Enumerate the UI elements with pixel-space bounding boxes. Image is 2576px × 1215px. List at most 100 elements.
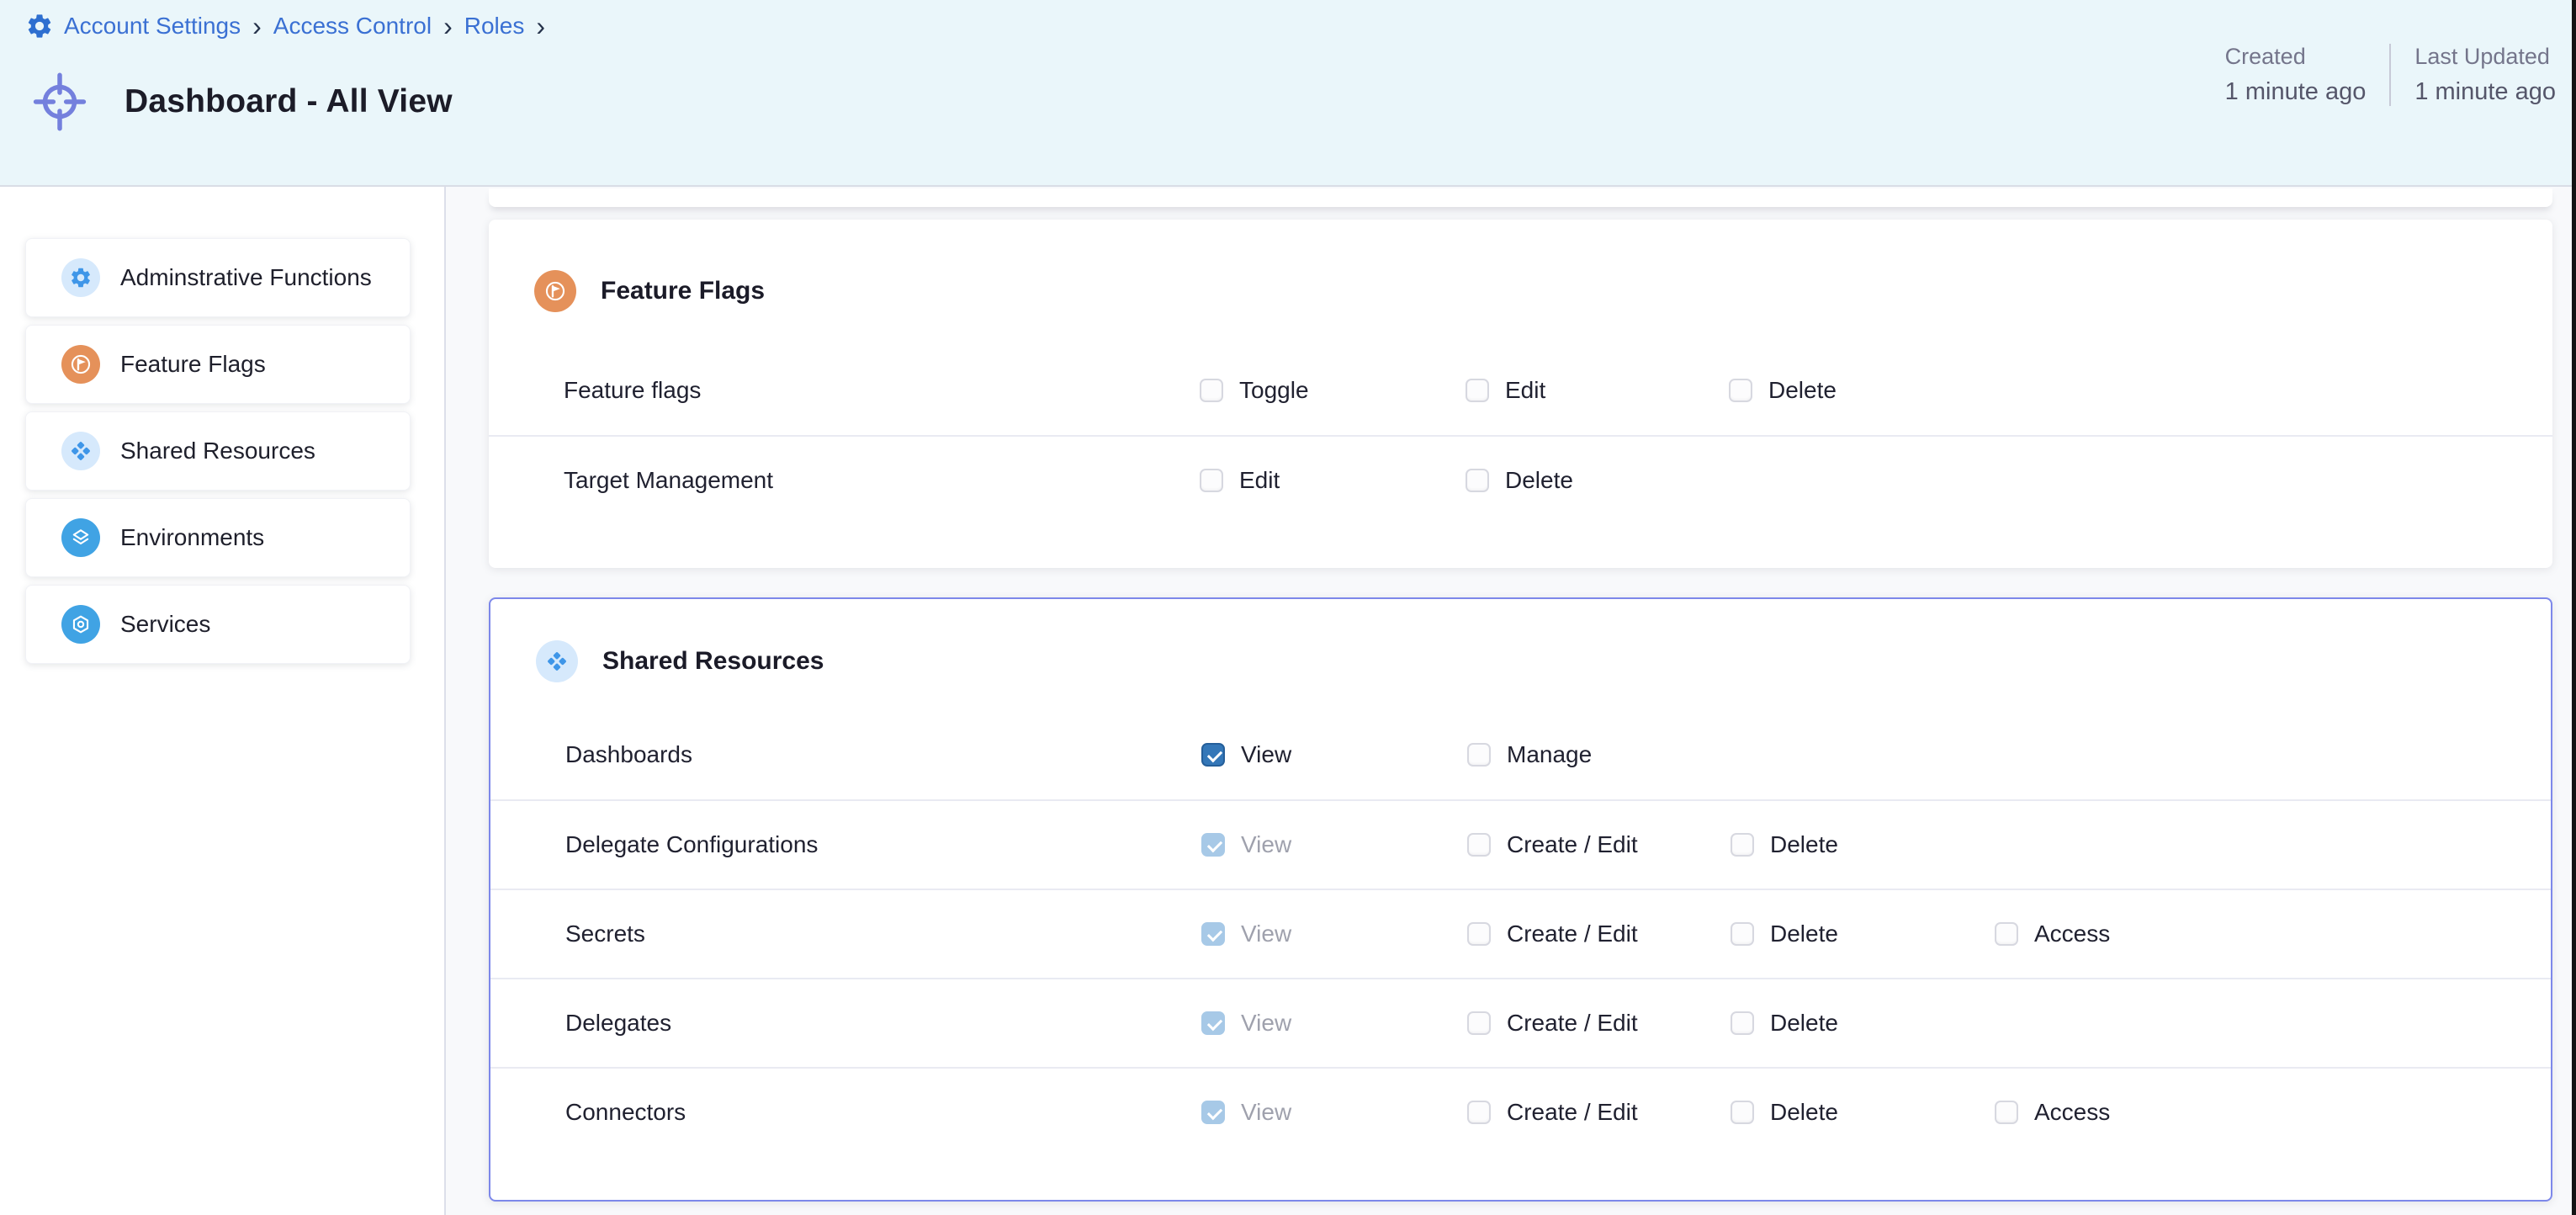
- flag-icon: [61, 345, 100, 384]
- permission-checkbox[interactable]: [1201, 1011, 1225, 1035]
- permission-checkbox[interactable]: [1466, 469, 1489, 492]
- permission-checkbox[interactable]: [1467, 743, 1491, 767]
- permission-label[interactable]: Create / Edit: [1507, 831, 1638, 858]
- permission-cell: Access: [1995, 1099, 2476, 1126]
- permission-cell: View: [1201, 831, 1467, 858]
- sidebar-item-feature-flags[interactable]: Feature Flags: [25, 325, 411, 404]
- page-header: Account Settings › Access Control › Roles › D…: [0, 0, 2576, 187]
- permission-checkbox[interactable]: [1467, 922, 1491, 946]
- sidebar-item-label: Feature Flags: [120, 351, 266, 378]
- permission-label[interactable]: View: [1241, 741, 1291, 768]
- services-icon: [61, 605, 100, 644]
- sidebar-item-label: Shared Resources: [120, 438, 315, 464]
- environments-icon: [61, 518, 100, 557]
- permission-cell: View: [1201, 741, 1467, 768]
- permission-checkbox[interactable]: [1995, 1101, 2018, 1124]
- permission-cell: Create / Edit: [1467, 921, 1731, 947]
- permission-label[interactable]: View: [1241, 921, 1291, 947]
- permission-checkbox[interactable]: [1731, 1101, 1754, 1124]
- permission-label[interactable]: Toggle: [1239, 377, 1309, 404]
- sidebar: Adminstrative Functions Feature Flags Shar…: [0, 187, 446, 1215]
- resource-label: Dashboards: [565, 741, 1201, 768]
- breadcrumb-link[interactable]: Roles: [464, 13, 525, 40]
- resource-label: Connectors: [565, 1099, 1201, 1126]
- sidebar-item-adminstrative-functions[interactable]: Adminstrative Functions: [25, 238, 411, 317]
- permission-checkbox[interactable]: [1201, 743, 1225, 767]
- sidebar-item-shared-resources[interactable]: Shared Resources: [25, 411, 411, 491]
- permission-cell: Create / Edit: [1467, 831, 1731, 858]
- permission-checkbox[interactable]: [1729, 379, 1752, 402]
- permission-checkbox[interactable]: [1201, 1101, 1225, 1124]
- permission-label[interactable]: Create / Edit: [1507, 921, 1638, 947]
- permission-label[interactable]: Delete: [1770, 831, 1838, 858]
- permission-cell: View: [1201, 1010, 1467, 1037]
- sidebar-item-environments[interactable]: Environments: [25, 498, 411, 577]
- permission-label[interactable]: Manage: [1507, 741, 1592, 768]
- permission-checkbox[interactable]: [1467, 1011, 1491, 1035]
- permission-label[interactable]: Delete: [1770, 1099, 1838, 1126]
- permission-sections: Feature Flags Feature flags Toggle Edit Dele…: [446, 220, 2576, 1202]
- permission-row: Dashboards View Manage: [490, 710, 2551, 799]
- permission-row: Target ManagementEditDelete: [489, 435, 2552, 524]
- created-updated-meta: Created1 minute ago Last Updated1 minute …: [2225, 44, 2556, 106]
- permission-checkbox[interactable]: [1466, 379, 1489, 402]
- permission-checkbox[interactable]: [1731, 922, 1754, 946]
- permission-label[interactable]: Delete: [1770, 1010, 1838, 1037]
- permission-label[interactable]: View: [1241, 831, 1291, 858]
- meta-block: Created1 minute ago: [2225, 44, 2367, 106]
- permission-label[interactable]: Create / Edit: [1507, 1010, 1638, 1037]
- permission-cell: Edit: [1466, 377, 1729, 404]
- scrolled-card-remnant: [489, 188, 2552, 207]
- permission-label[interactable]: Delete: [1768, 377, 1837, 404]
- permission-checkbox[interactable]: [1467, 1101, 1491, 1124]
- permission-label[interactable]: Access: [2034, 921, 2110, 947]
- resource-label: Secrets: [565, 921, 1201, 947]
- breadcrumb-separator-icon: ›: [442, 14, 454, 38]
- permission-label[interactable]: Edit: [1239, 467, 1280, 494]
- permission-cell: Delete: [1729, 377, 1993, 404]
- sidebar-item-label: Environments: [120, 524, 264, 551]
- permission-cell: Delete: [1731, 1010, 1995, 1037]
- resource-label: Delegates: [565, 1010, 1201, 1037]
- permission-label[interactable]: Delete: [1505, 467, 1573, 494]
- meta-block: Last Updated1 minute ago: [2389, 44, 2556, 106]
- permission-label[interactable]: Access: [2034, 1099, 2110, 1126]
- permission-cell: Delete: [1731, 921, 1995, 947]
- permission-checkbox[interactable]: [1201, 833, 1225, 857]
- permission-checkbox[interactable]: [1467, 833, 1491, 857]
- permission-row: Delegates View Create / Edit Delete: [490, 978, 2551, 1067]
- permission-cell: Create / Edit: [1467, 1099, 1731, 1126]
- permission-checkbox[interactable]: [1995, 922, 2018, 946]
- section-title: Shared Resources: [602, 647, 824, 676]
- sidebar-item-label: Adminstrative Functions: [120, 264, 372, 291]
- permission-checkbox[interactable]: [1731, 833, 1754, 857]
- flag-icon: [534, 270, 576, 312]
- resource-label: Feature flags: [564, 377, 1200, 404]
- permission-cell: Manage: [1467, 741, 1731, 768]
- permission-label[interactable]: Delete: [1770, 921, 1838, 947]
- breadcrumb-separator-icon: ›: [534, 14, 547, 38]
- breadcrumb-separator-icon: ›: [251, 14, 263, 38]
- section-title: Feature Flags: [601, 277, 765, 305]
- permission-checkbox[interactable]: [1731, 1011, 1754, 1035]
- permission-checkbox[interactable]: [1201, 922, 1225, 946]
- sidebar-item-services[interactable]: Services: [25, 585, 411, 664]
- permission-label[interactable]: Edit: [1505, 377, 1545, 404]
- title-row: Dashboard - All View: [30, 72, 453, 131]
- permission-label[interactable]: View: [1241, 1010, 1291, 1037]
- breadcrumb-link[interactable]: Account Settings: [64, 13, 241, 40]
- permission-cell: Edit: [1200, 467, 1466, 494]
- shared-resources-icon: [61, 432, 100, 470]
- permission-row: Secrets View Create / Edit Delete Access: [490, 889, 2551, 978]
- permission-label[interactable]: Create / Edit: [1507, 1099, 1638, 1126]
- section-feature-flags: Feature Flags Feature flags Toggle Edit Dele…: [489, 220, 2552, 568]
- gear-icon: [61, 258, 100, 297]
- permission-cell: View: [1201, 921, 1467, 947]
- permission-checkbox[interactable]: [1200, 379, 1223, 402]
- permission-cell: Delete: [1731, 831, 1995, 858]
- breadcrumb: Account Settings › Access Control › Roles ›: [25, 12, 547, 40]
- permission-checkbox[interactable]: [1200, 469, 1223, 492]
- permission-cell: View: [1201, 1099, 1467, 1126]
- permission-label[interactable]: View: [1241, 1099, 1291, 1126]
- breadcrumb-link[interactable]: Access Control: [273, 13, 432, 40]
